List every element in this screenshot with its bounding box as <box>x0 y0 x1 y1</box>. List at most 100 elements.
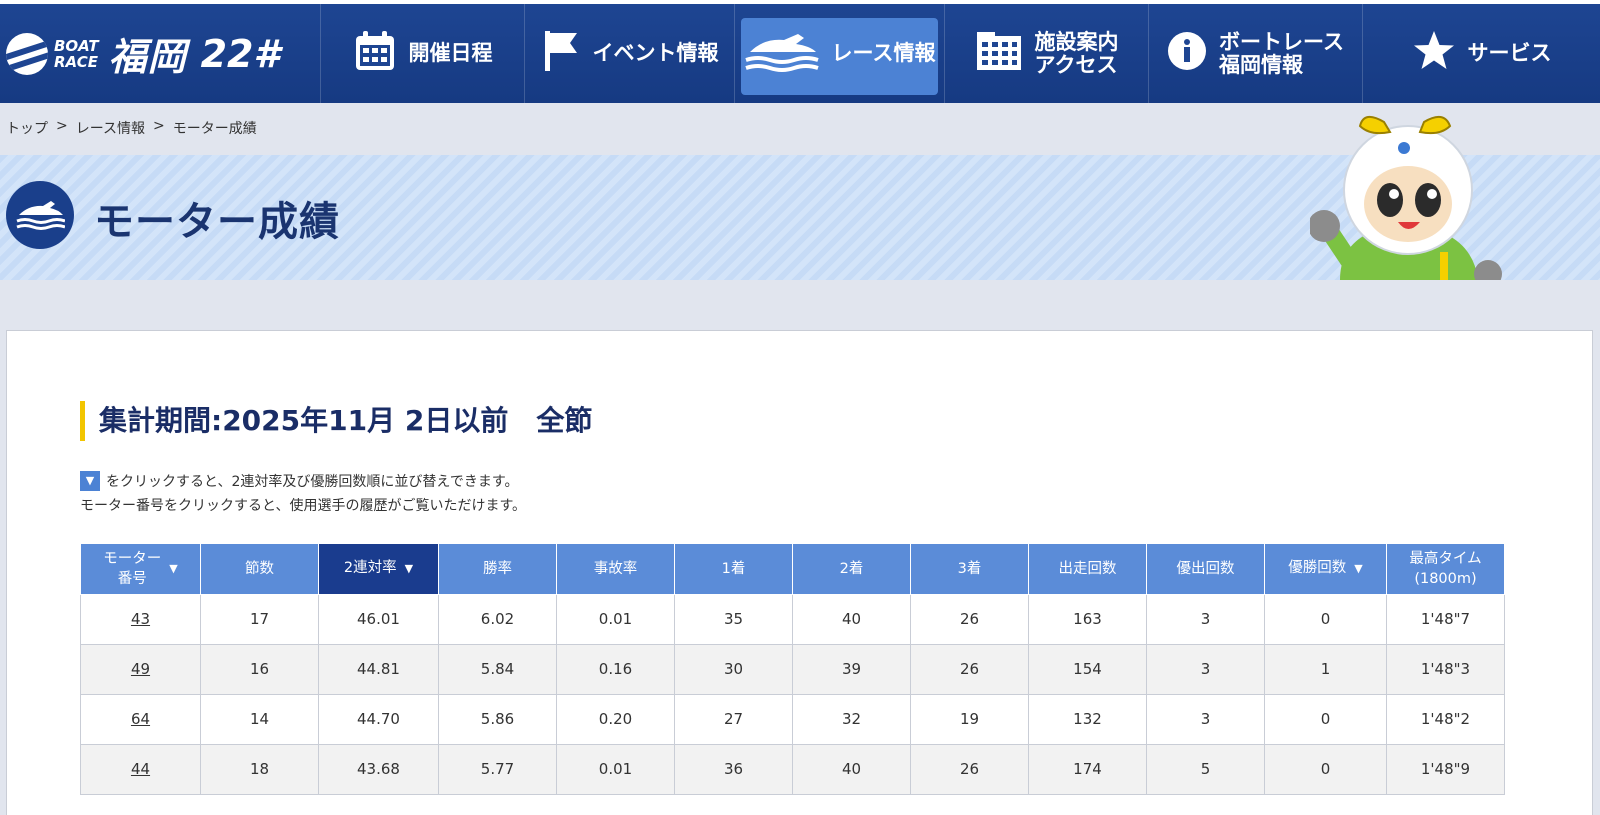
mascot-illustration <box>1308 112 1520 288</box>
table-cell: 1 <box>1264 643 1387 695</box>
table-cell: 6.02 <box>438 593 557 645</box>
motor-number-link[interactable]: 44 <box>131 760 150 778</box>
motor-number-link[interactable]: 64 <box>131 710 150 728</box>
motor-number-cell: 64 <box>80 693 201 745</box>
table-cell: 3 <box>1146 593 1265 645</box>
table-cell: 132 <box>1028 693 1147 745</box>
table-cell: 0 <box>1264 693 1387 745</box>
table-cell: 1'48"9 <box>1386 743 1505 795</box>
table-cell: 5.86 <box>438 693 557 745</box>
table-cell: 0 <box>1264 593 1387 645</box>
table-cell: 16 <box>200 643 319 695</box>
boat-icon <box>6 181 74 249</box>
column-header-top2-rate[interactable]: 2連対率 ▼ <box>318 544 439 595</box>
nav-fukuoka-info[interactable]: ボートレース 福岡情報 <box>1148 4 1362 103</box>
table-cell: 5.84 <box>438 643 557 695</box>
column-header-third-place: 3着 <box>910 544 1029 595</box>
table-cell: 0.16 <box>556 643 675 695</box>
nav-schedule-label: 開催日程 <box>408 41 493 65</box>
nav-events-label: イベント情報 <box>592 41 719 65</box>
motor-number-cell: 49 <box>80 643 201 695</box>
table-cell: 19 <box>910 693 1029 745</box>
table-cell: 154 <box>1028 643 1147 695</box>
column-header-starts: 出走回数 <box>1028 544 1147 595</box>
star-icon <box>1412 29 1456 78</box>
nav-services[interactable]: サービス <box>1362 4 1600 103</box>
sort-arrow-icon[interactable]: ▼ <box>405 562 413 575</box>
nav-services-label: サービス <box>1467 41 1552 65</box>
column-header-wins[interactable]: 優勝回数 ▼ <box>1264 544 1387 595</box>
table-cell: 27 <box>674 693 793 745</box>
global-nav: 開催日程 イベント情報 レース情報 施設案内 アクセス ボートレース 福岡情報 … <box>320 4 1600 103</box>
aggregation-period-heading: 集計期間:2025年11月 2日以前 全節 <box>80 401 592 441</box>
table-header-row: モーター 番号 ▼ 節数 2連対率 ▼ 勝率 事故率 1着 2着 3着 出走回数 … <box>80 544 1505 595</box>
breadcrumb-top[interactable]: トップ <box>6 118 48 138</box>
nav-fukuoka-info-label: ボートレース 福岡情報 <box>1219 29 1344 77</box>
site-logo[interactable]: BOAT RACE 福岡 22# <box>0 4 320 103</box>
table-cell: 32 <box>792 693 911 745</box>
column-header-accident-rate: 事故率 <box>556 544 675 595</box>
table-cell: 163 <box>1028 593 1147 645</box>
nav-facility-access[interactable]: 施設案内 アクセス <box>944 4 1148 103</box>
table-cell: 5 <box>1146 743 1265 795</box>
sort-arrow-icon[interactable]: ▼ <box>169 559 177 579</box>
table-cell: 40 <box>792 743 911 795</box>
table-row: 44 18 43.68 5.77 0.01 36 40 26 174 5 0 1… <box>80 743 1505 795</box>
nav-race-info-label: レース情報 <box>831 41 936 65</box>
column-header-first-place: 1着 <box>674 544 793 595</box>
nav-race-info[interactable]: レース情報 <box>734 4 944 103</box>
nav-events[interactable]: イベント情報 <box>524 4 734 103</box>
building-icon <box>975 30 1023 77</box>
table-cell: 0.01 <box>556 743 675 795</box>
info-icon <box>1167 31 1207 76</box>
nav-schedule[interactable]: 開催日程 <box>320 4 524 103</box>
table-cell: 39 <box>792 643 911 695</box>
column-header-sessions: 節数 <box>200 544 319 595</box>
breadcrumb: トップ > レース情報 > モーター成績 <box>6 118 257 138</box>
table-cell: 0.20 <box>556 693 675 745</box>
table-cell: 26 <box>910 593 1029 645</box>
sort-instruction-text: をクリックすると、2連対率及び優勝回数順に並び替えできます。 <box>106 474 519 490</box>
table-cell: 46.01 <box>318 593 439 645</box>
table-cell: 43.68 <box>318 743 439 795</box>
flag-icon <box>541 29 581 78</box>
column-header-second-place: 2着 <box>792 544 911 595</box>
boat-icon <box>744 30 820 77</box>
motor-number-link[interactable]: 49 <box>131 660 150 678</box>
nav-facility-access-label: 施設案内 アクセス <box>1034 29 1119 77</box>
table-cell: 14 <box>200 693 319 745</box>
sort-instruction-note: ▼ をクリックすると、2連対率及び優勝回数順に並び替えできます。 <box>80 471 519 491</box>
motor-results-table: モーター 番号 ▼ 節数 2連対率 ▼ 勝率 事故率 1着 2着 3着 出走回数 … <box>80 544 1505 795</box>
breadcrumb-separator: > <box>56 118 68 134</box>
breadcrumb-current: モーター成績 <box>172 121 257 137</box>
table-cell: 44.70 <box>318 693 439 745</box>
site-header: BOAT RACE 福岡 22# 開催日程 イベント情報 レース情報 施設案内 … <box>0 0 1600 103</box>
table-cell: 1'48"3 <box>1386 643 1505 695</box>
breadcrumb-separator: > <box>153 118 165 134</box>
logo-boatrace-text: BOAT RACE <box>54 36 99 71</box>
table-cell: 3 <box>1146 693 1265 745</box>
motor-number-cell: 43 <box>80 593 201 645</box>
motor-number-link[interactable]: 43 <box>131 610 150 628</box>
table-cell: 30 <box>674 643 793 695</box>
calendar-icon <box>353 29 397 78</box>
table-cell: 26 <box>910 743 1029 795</box>
logo-venue-number: 22# <box>200 31 280 76</box>
table-cell: 174 <box>1028 743 1147 795</box>
column-header-motor-number[interactable]: モーター 番号 ▼ <box>80 544 201 595</box>
table-cell: 0 <box>1264 743 1387 795</box>
sort-arrow-icon: ▼ <box>80 471 100 491</box>
table-row: 43 17 46.01 6.02 0.01 35 40 26 163 3 0 1… <box>80 593 1505 645</box>
table-cell: 0.01 <box>556 593 675 645</box>
motor-number-cell: 44 <box>80 743 201 795</box>
table-cell: 1'48"7 <box>1386 593 1505 645</box>
table-cell: 26 <box>910 643 1029 695</box>
breadcrumb-race-info[interactable]: レース情報 <box>76 118 145 138</box>
table-cell: 1'48"2 <box>1386 693 1505 745</box>
page-title: モーター成績 <box>94 199 340 245</box>
sort-arrow-icon[interactable]: ▼ <box>1354 562 1362 575</box>
logo-venue-name: 福岡 <box>108 35 187 79</box>
table-cell: 17 <box>200 593 319 645</box>
motor-history-note: モーター番号をクリックすると、使用選手の履歴がご覧いただけます。 <box>80 498 527 514</box>
table-cell: 18 <box>200 743 319 795</box>
